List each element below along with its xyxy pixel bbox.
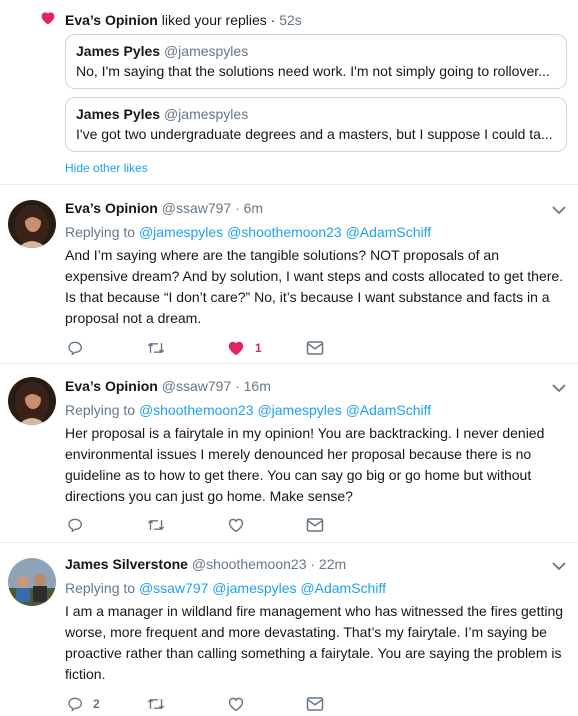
like-button[interactable] bbox=[227, 515, 255, 535]
like-button[interactable] bbox=[227, 694, 255, 714]
heart-outline-icon bbox=[228, 518, 244, 533]
direct-message-button[interactable] bbox=[306, 694, 324, 714]
tweet-text: I am a manager in wildland fire manageme… bbox=[65, 603, 564, 682]
hide-other-likes-link[interactable]: Hide other likes bbox=[65, 161, 148, 175]
envelope-icon bbox=[306, 341, 324, 355]
tweet[interactable]: Eva’s Opinion @ssaw797 · 6m Replying to … bbox=[0, 186, 578, 364]
liked-reply-quote[interactable]: James Pyles @jamespyles I've got two und… bbox=[65, 97, 567, 152]
direct-message-button[interactable] bbox=[306, 515, 324, 535]
activity-time: 52s bbox=[279, 12, 302, 28]
reply-icon bbox=[68, 518, 83, 533]
avatar[interactable] bbox=[8, 200, 56, 248]
envelope-icon bbox=[306, 518, 324, 532]
tweet-text: And I’m saying where are the tangible so… bbox=[65, 247, 564, 326]
reply-icon bbox=[68, 697, 83, 712]
direct-message-button[interactable] bbox=[306, 338, 324, 358]
reply-count: 2 bbox=[93, 697, 100, 711]
tweet-text: Her proposal is a fairytale in my opinio… bbox=[65, 425, 545, 504]
quote-author-handle: @jamespyles bbox=[163, 106, 249, 122]
quote-author-name: James Pyles bbox=[76, 43, 161, 59]
quote-author-name: James Pyles bbox=[76, 106, 161, 122]
quote-author-handle: @jamespyles bbox=[163, 43, 249, 59]
tweet-author-name[interactable]: Eva’s Opinion bbox=[65, 378, 158, 394]
retweet-button[interactable] bbox=[147, 338, 165, 358]
envelope-icon bbox=[306, 697, 324, 711]
tweet-actions bbox=[67, 515, 567, 535]
tweet[interactable]: Eva’s Opinion @ssaw797 · 16m Replying to… bbox=[0, 365, 578, 543]
like-button[interactable]: 1 bbox=[227, 338, 262, 358]
retweet-button[interactable] bbox=[147, 515, 165, 535]
retweet-icon bbox=[147, 519, 165, 531]
like-count: 1 bbox=[255, 341, 262, 355]
chevron-down-icon[interactable] bbox=[552, 561, 566, 571]
quote-text: I've got two undergraduate degrees and a… bbox=[76, 126, 553, 142]
avatar-image bbox=[8, 200, 56, 248]
reply-button[interactable] bbox=[67, 515, 93, 535]
avatar[interactable] bbox=[8, 558, 56, 606]
retweet-icon bbox=[147, 698, 165, 710]
chevron-down-icon[interactable] bbox=[552, 205, 566, 215]
reply-button[interactable]: 2 bbox=[67, 694, 100, 714]
tweet[interactable]: James Silverstone @shoothemoon23 · 22m R… bbox=[0, 544, 578, 716]
heart-icon bbox=[41, 12, 55, 25]
replying-to-label: Replying to bbox=[65, 402, 139, 418]
tweet-meta[interactable]: @ssaw797 · 16m bbox=[162, 378, 271, 394]
retweet-icon bbox=[147, 342, 165, 354]
heart-outline-icon bbox=[228, 697, 244, 712]
tweet-actions: 2 bbox=[67, 694, 567, 714]
tweet-author-name[interactable]: James Silverstone bbox=[65, 556, 188, 572]
reply-button[interactable] bbox=[67, 338, 93, 358]
avatar[interactable] bbox=[8, 377, 56, 425]
retweet-button[interactable] bbox=[147, 694, 165, 714]
tweet-actions: 1 bbox=[67, 338, 567, 358]
avatar-image bbox=[8, 377, 56, 425]
tweet-meta[interactable]: @ssaw797 · 6m bbox=[162, 200, 263, 216]
chevron-down-icon[interactable] bbox=[552, 383, 566, 393]
activity-text: Eva’s Opinion liked your replies · 52s bbox=[65, 11, 302, 29]
tweet-meta[interactable]: @shoothemoon23 · 22m bbox=[192, 556, 346, 572]
replying-to-handles[interactable]: @ssaw797 @jamespyles @AdamSchiff bbox=[139, 580, 386, 596]
heart-filled-icon bbox=[228, 341, 244, 356]
reply-icon bbox=[68, 341, 83, 356]
quote-text: No, I'm saying that the solutions need w… bbox=[76, 63, 550, 79]
replying-to-handles[interactable]: @shoothemoon23 @jamespyles @AdamSchiff bbox=[139, 402, 431, 418]
liked-reply-quote[interactable]: James Pyles @jamespyles No, I'm saying t… bbox=[65, 34, 567, 89]
replying-to-handles[interactable]: @jamespyles @shoothemoon23 @AdamSchiff bbox=[139, 224, 431, 240]
replying-to-label: Replying to bbox=[65, 224, 139, 240]
avatar-image bbox=[8, 558, 56, 606]
activity-actor[interactable]: Eva’s Opinion bbox=[65, 12, 158, 28]
like-notification[interactable]: Eva’s Opinion liked your replies · 52s J… bbox=[0, 0, 578, 185]
replying-to-label: Replying to bbox=[65, 580, 139, 596]
tweet-author-name[interactable]: Eva’s Opinion bbox=[65, 200, 158, 216]
activity-action: liked your replies · bbox=[157, 12, 280, 28]
